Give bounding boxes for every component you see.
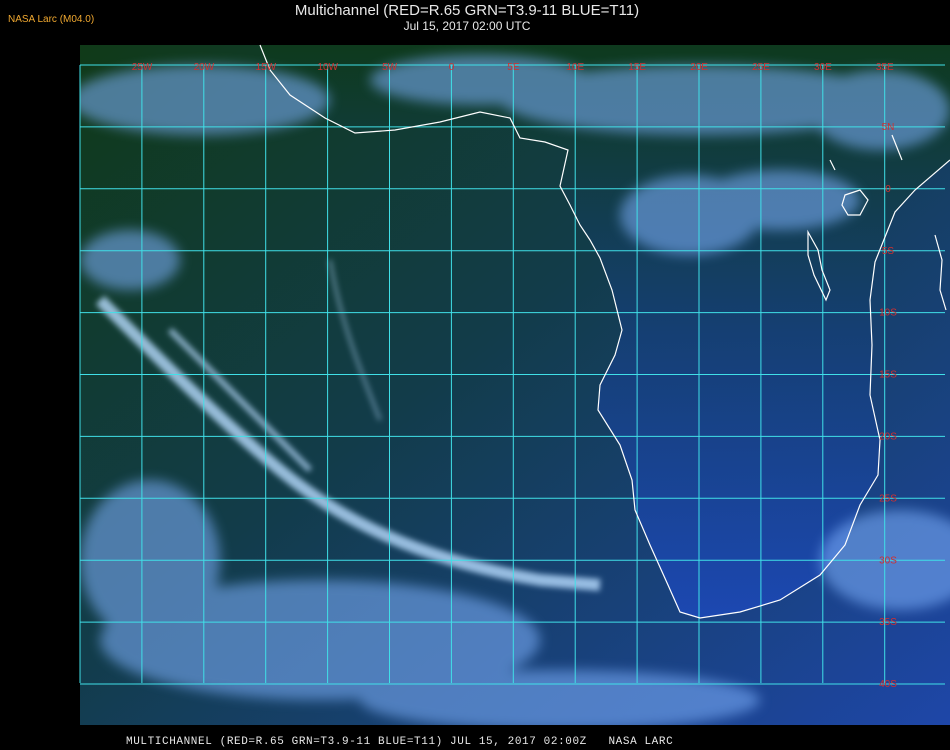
longitude-label: 35E xyxy=(876,62,894,73)
longitude-label: 20E xyxy=(690,62,708,73)
latitude-label: 5S xyxy=(882,246,895,257)
longitude-label: 25W xyxy=(132,62,153,73)
footer-caption: MULTICHANNEL (RED=R.65 GRN=T3.9-11 BLUE=… xyxy=(126,736,674,748)
image-datetime: Jul 15, 2017 02:00 UTC xyxy=(403,19,531,33)
latitude-label: 30S xyxy=(879,555,897,566)
longitude-label: 15E xyxy=(628,62,646,73)
longitude-label: 15W xyxy=(256,62,277,73)
image-title: Multichannel (RED=R.65 GRN=T3.9-11 BLUE=… xyxy=(294,2,640,19)
satellite-map: 25W 20W 15W 10W 5W 0 5E 10E 15E 20E 25E 30E 35E 5N 0 5… xyxy=(79,44,950,725)
latitude-label: 25S xyxy=(879,493,897,504)
longitude-label: 10E xyxy=(566,62,584,73)
latitude-label: 35S xyxy=(879,617,897,628)
latitude-label: 20S xyxy=(879,432,897,443)
longitude-label: 5W xyxy=(382,62,398,73)
latitude-label: 0 xyxy=(885,184,891,195)
longitude-label: 10W xyxy=(317,62,338,73)
latitude-label: 15S xyxy=(879,370,897,381)
longitude-label: 0 xyxy=(449,62,455,73)
latitude-label: 40S xyxy=(879,679,897,690)
latitude-label: 10S xyxy=(879,308,897,319)
latitude-label: 5N xyxy=(882,122,895,133)
longitude-label: 5E xyxy=(507,62,520,73)
longitude-label: 30E xyxy=(814,62,832,73)
longitude-label: 20W xyxy=(194,62,215,73)
longitude-label: 25E xyxy=(752,62,770,73)
